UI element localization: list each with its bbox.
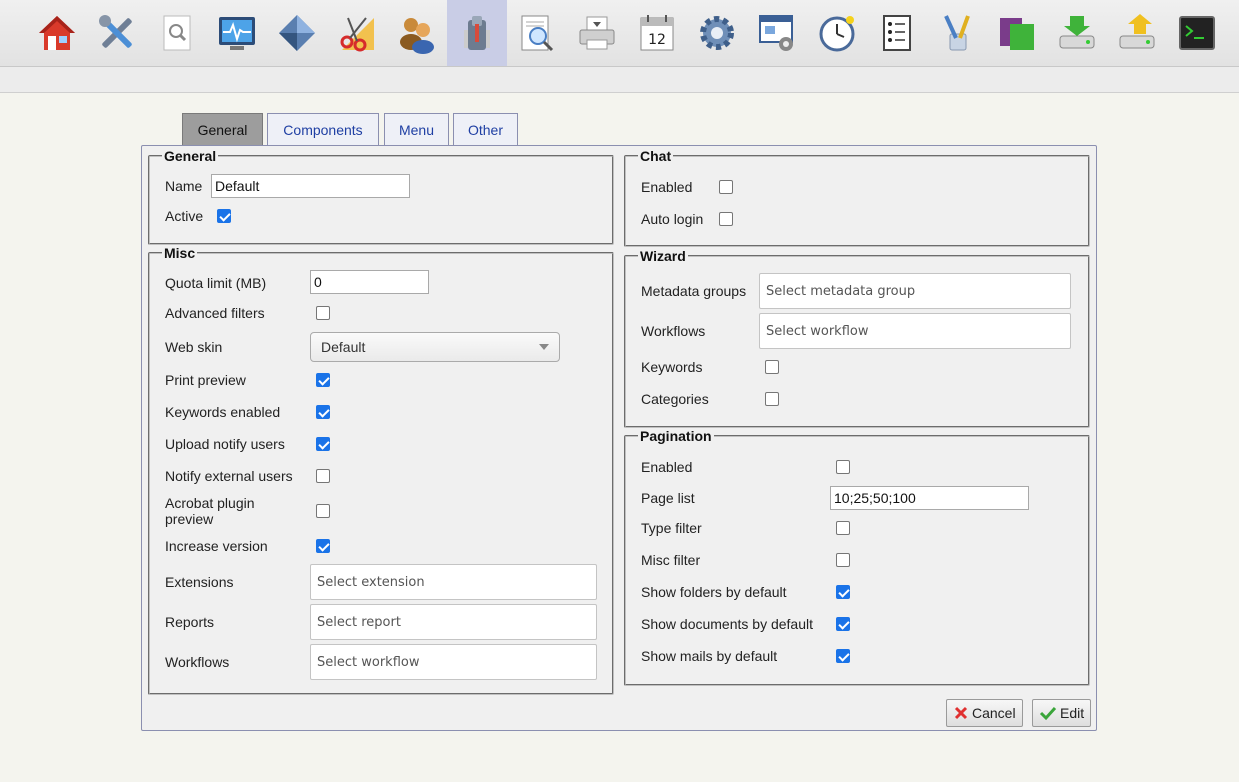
show-mails-label: Show mails by default xyxy=(641,648,778,664)
tab-components[interactable]: Components xyxy=(267,113,379,145)
magnifier-page-icon[interactable] xyxy=(507,0,567,66)
edit-button[interactable]: Edit xyxy=(1032,699,1092,727)
tab-general[interactable]: General xyxy=(182,113,263,145)
clock-icon[interactable] xyxy=(807,0,867,66)
edit-label: Edit xyxy=(1060,705,1085,721)
cancel-label: Cancel xyxy=(972,705,1016,721)
notify-external-label: Notify external users xyxy=(165,468,293,484)
pagination-enabled-checkbox[interactable] xyxy=(836,460,850,474)
monitor-icon[interactable] xyxy=(207,0,267,66)
settings-panel: General Name Active Misc Quota limit (MB… xyxy=(141,145,1097,731)
window-settings-icon[interactable] xyxy=(747,0,807,66)
cancel-button[interactable]: Cancel xyxy=(946,699,1023,727)
chevron-down-icon xyxy=(539,344,549,350)
tools-icon[interactable] xyxy=(87,0,147,66)
notify-external-checkbox[interactable] xyxy=(316,469,330,483)
tab-menu[interactable]: Menu xyxy=(384,113,449,145)
user-config-icon[interactable] xyxy=(447,0,507,66)
tab-other[interactable]: Other xyxy=(453,113,518,145)
metadata-groups-label: Metadata groups xyxy=(641,283,747,299)
name-label: Name xyxy=(165,178,203,194)
extensions-select[interactable]: Select extension xyxy=(310,564,597,600)
misc-workflows-select[interactable]: Select workflow xyxy=(310,644,597,680)
wizard-keywords-label: Keywords xyxy=(641,359,703,375)
show-documents-checkbox[interactable] xyxy=(836,617,850,631)
gear-icon[interactable] xyxy=(687,0,747,66)
diamond-icon[interactable] xyxy=(267,0,327,66)
metadata-groups-select[interactable]: Select metadata group xyxy=(759,273,1071,309)
advanced-filters-checkbox[interactable] xyxy=(316,306,330,320)
reports-label: Reports xyxy=(165,614,215,630)
show-folders-label: Show folders by default xyxy=(641,584,787,600)
print-preview-label: Print preview xyxy=(165,372,246,388)
web-skin-select[interactable]: Default xyxy=(310,332,560,362)
drive-import-icon[interactable] xyxy=(1047,0,1107,66)
brush-icon[interactable] xyxy=(927,0,987,66)
categories-label: Categories xyxy=(641,391,709,407)
calendar-icon[interactable]: 12 xyxy=(627,0,687,66)
advanced-filters-label: Advanced filters xyxy=(165,305,265,321)
show-folders-checkbox[interactable] xyxy=(836,585,850,599)
wizard-keywords-checkbox[interactable] xyxy=(765,360,779,374)
reports-select[interactable]: Select report xyxy=(310,604,597,640)
misc-filter-label: Misc filter xyxy=(641,552,701,568)
drive-export-icon[interactable] xyxy=(1107,0,1167,66)
type-filter-label: Type filter xyxy=(641,520,702,536)
misc-legend: Misc xyxy=(164,245,196,261)
show-documents-label: Show documents by default xyxy=(641,616,813,632)
active-label: Active xyxy=(165,208,204,224)
main-toolbar: 12 xyxy=(0,0,1239,67)
categories-checkbox[interactable] xyxy=(765,392,779,406)
printer-icon[interactable] xyxy=(567,0,627,66)
keywords-enabled-label: Keywords enabled xyxy=(165,404,281,420)
web-skin-label: Web skin xyxy=(165,339,223,355)
increase-version-checkbox[interactable] xyxy=(316,539,330,553)
type-filter-checkbox[interactable] xyxy=(836,521,850,535)
search-document-icon[interactable] xyxy=(147,0,207,66)
list-icon[interactable] xyxy=(867,0,927,66)
print-preview-checkbox[interactable] xyxy=(316,373,330,387)
chat-enabled-checkbox[interactable] xyxy=(719,180,733,194)
keywords-enabled-checkbox[interactable] xyxy=(316,405,330,419)
sub-toolbar xyxy=(0,67,1239,93)
chat-fieldset: Chat xyxy=(624,148,1090,247)
quota-limit-label: Quota limit (MB) xyxy=(165,275,267,291)
terminal-icon[interactable] xyxy=(1167,0,1227,66)
extensions-label: Extensions xyxy=(165,574,234,590)
acrobat-preview-label: Acrobat plugin preview xyxy=(165,495,255,527)
acrobat-preview-checkbox[interactable] xyxy=(316,504,330,518)
show-mails-checkbox[interactable] xyxy=(836,649,850,663)
home-icon[interactable] xyxy=(27,0,87,66)
upload-notify-checkbox[interactable] xyxy=(316,437,330,451)
folders-icon[interactable] xyxy=(987,0,1047,66)
web-skin-value: Default xyxy=(321,339,366,355)
svg-text:12: 12 xyxy=(648,32,666,48)
close-icon xyxy=(954,706,968,720)
increase-version-label: Increase version xyxy=(165,538,268,554)
check-icon xyxy=(1039,706,1057,721)
auto-login-checkbox[interactable] xyxy=(719,212,733,226)
quota-limit-input[interactable] xyxy=(310,270,429,294)
page-list-label: Page list xyxy=(641,490,695,506)
users-icon[interactable] xyxy=(387,0,447,66)
wizard-workflows-label: Workflows xyxy=(641,323,706,339)
wizard-workflows-select[interactable]: Select workflow xyxy=(759,313,1071,349)
upload-notify-label: Upload notify users xyxy=(165,436,285,452)
misc-filter-checkbox[interactable] xyxy=(836,553,850,567)
page-list-input[interactable] xyxy=(830,486,1029,510)
auto-login-label: Auto login xyxy=(641,211,704,227)
chat-legend: Chat xyxy=(640,148,672,164)
pagination-enabled-label: Enabled xyxy=(641,459,693,475)
wizard-legend: Wizard xyxy=(640,248,686,264)
scissors-ruler-icon[interactable] xyxy=(327,0,387,66)
misc-workflows-label: Workflows xyxy=(165,654,230,670)
name-input[interactable] xyxy=(211,174,410,198)
active-checkbox[interactable] xyxy=(217,209,231,223)
pagination-legend: Pagination xyxy=(640,428,712,444)
chat-enabled-label: Enabled xyxy=(641,179,693,195)
general-legend: General xyxy=(164,148,217,164)
